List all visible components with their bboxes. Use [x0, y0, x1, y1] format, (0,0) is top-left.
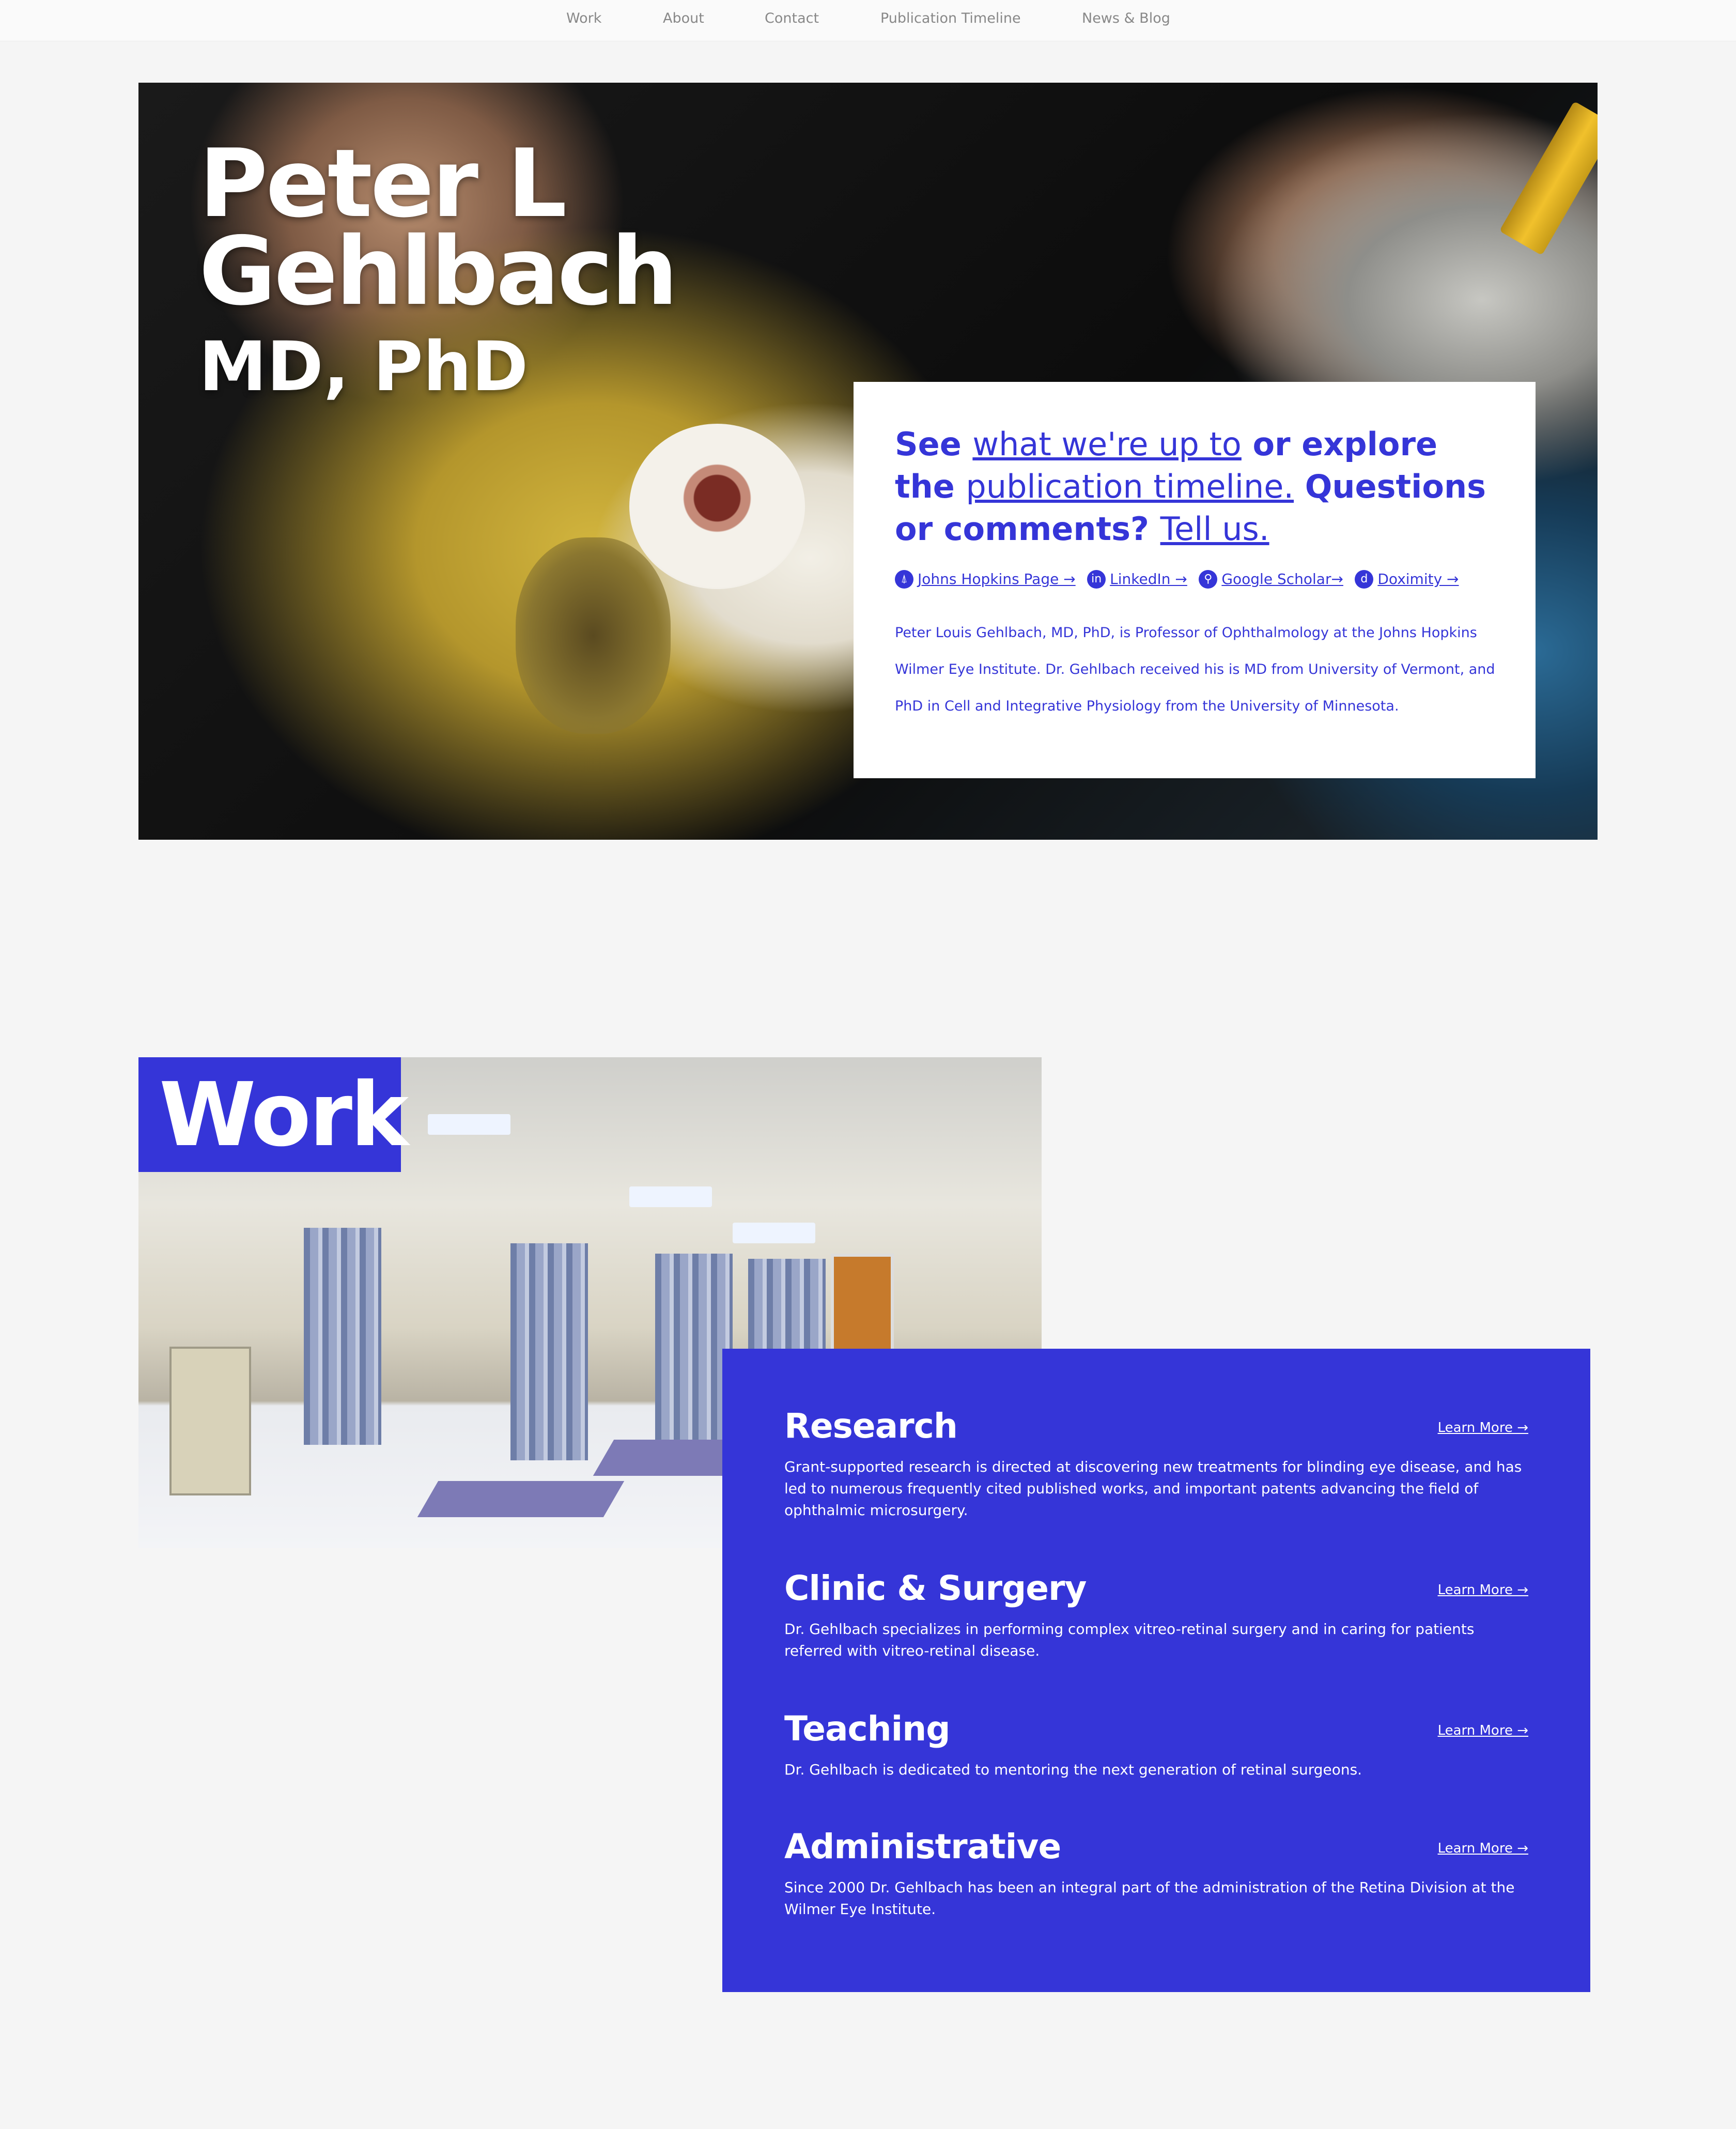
whats-up-link[interactable]: what we're up to: [972, 425, 1242, 463]
nav-news-blog[interactable]: News & Blog: [1082, 10, 1170, 26]
top-nav: Work About Contact Publication Timeline …: [0, 0, 1736, 41]
nav-work[interactable]: Work: [566, 10, 601, 26]
work-heading-teaching: Teaching: [784, 1709, 951, 1749]
intro-see-text: See: [895, 425, 962, 463]
work-title-box: Work: [138, 1057, 409, 1172]
nav-publication-timeline[interactable]: Publication Timeline: [880, 10, 1021, 26]
intro-headline: See what we're up to or explore the publ…: [895, 423, 1499, 550]
work-panel: Research Learn More → Grant-supported re…: [722, 1349, 1590, 1992]
cart-shape: [169, 1347, 251, 1495]
jhu-icon: ⍋: [895, 570, 913, 589]
hero-credentials: MD, PhD: [199, 327, 529, 407]
work-text-administrative: Since 2000 Dr. Gehlbach has been an inte…: [784, 1879, 1515, 1918]
administrative-learn-more-link[interactable]: Learn More →: [1438, 1841, 1528, 1856]
hero-name-line2: Gehlbach: [199, 217, 678, 326]
nav-contact[interactable]: Contact: [765, 10, 819, 26]
teaching-learn-more-link[interactable]: Learn More →: [1438, 1723, 1528, 1738]
linkedin-link[interactable]: in LinkedIn →: [1087, 570, 1187, 589]
work-heading-administrative: Administrative: [784, 1827, 1061, 1866]
hero-skull-socket-shape: [516, 537, 671, 734]
work-text-research: Grant-supported research is directed at …: [784, 1458, 1522, 1519]
curtain-shape: [304, 1228, 381, 1445]
work-text-teaching: Dr. Gehlbach is dedicated to mentoring t…: [784, 1761, 1362, 1778]
google-scholar-link[interactable]: ⚲ Google Scholar→: [1199, 570, 1343, 589]
doximity-link[interactable]: d Doximity →: [1355, 570, 1459, 589]
research-learn-more-link[interactable]: Learn More →: [1438, 1420, 1528, 1436]
johns-hopkins-label: Johns Hopkins Page →: [918, 570, 1076, 588]
floor-stripe-shape: [417, 1481, 625, 1517]
doximity-label: Doximity →: [1377, 570, 1459, 588]
work-heading-clinic-surgery: Clinic & Surgery: [784, 1568, 1087, 1608]
tell-us-link[interactable]: Tell us.: [1160, 510, 1269, 548]
doximity-icon: d: [1355, 570, 1374, 589]
linkedin-icon: in: [1087, 570, 1106, 589]
clinic-surgery-learn-more-link[interactable]: Learn More →: [1438, 1582, 1528, 1598]
work-item-clinic-surgery: Clinic & Surgery Learn More → Dr. Gehlba…: [784, 1568, 1528, 1662]
bio-text: Peter Louis Gehlbach, MD, PhD, is Profes…: [895, 625, 1495, 714]
linkedin-label: LinkedIn →: [1110, 570, 1187, 588]
profile-links: ⍋ Johns Hopkins Page → in LinkedIn → ⚲ Goog…: [895, 570, 1499, 589]
curtain-shape: [655, 1254, 733, 1471]
hero-pencil-shape: [1499, 101, 1598, 256]
intro-card: See what we're up to or explore the publ…: [854, 382, 1536, 778]
curtain-shape: [510, 1243, 588, 1460]
ceiling-light-shape: [428, 1114, 510, 1135]
google-scholar-icon: ⚲: [1199, 570, 1218, 589]
google-scholar-label: Google Scholar→: [1221, 570, 1343, 588]
publication-timeline-link[interactable]: publication timeline.: [966, 468, 1294, 505]
nav-about[interactable]: About: [663, 10, 704, 26]
work-item-teaching: Teaching Learn More → Dr. Gehlbach is de…: [784, 1708, 1528, 1781]
johns-hopkins-link[interactable]: ⍋ Johns Hopkins Page →: [895, 570, 1076, 589]
ceiling-light-shape: [733, 1223, 815, 1243]
ceiling-light-shape: [629, 1186, 712, 1207]
work-item-administrative: Administrative Learn More → Since 2000 D…: [784, 1826, 1528, 1920]
hero-eye-model-shape: [629, 424, 805, 589]
hero-name: Peter L Gehlbach: [199, 136, 678, 318]
work-text-clinic-surgery: Dr. Gehlbach specializes in performing c…: [784, 1621, 1475, 1659]
work-item-research: Research Learn More → Grant-supported re…: [784, 1406, 1528, 1521]
work-heading-research: Research: [784, 1406, 958, 1446]
work-title: Work: [159, 1064, 409, 1166]
